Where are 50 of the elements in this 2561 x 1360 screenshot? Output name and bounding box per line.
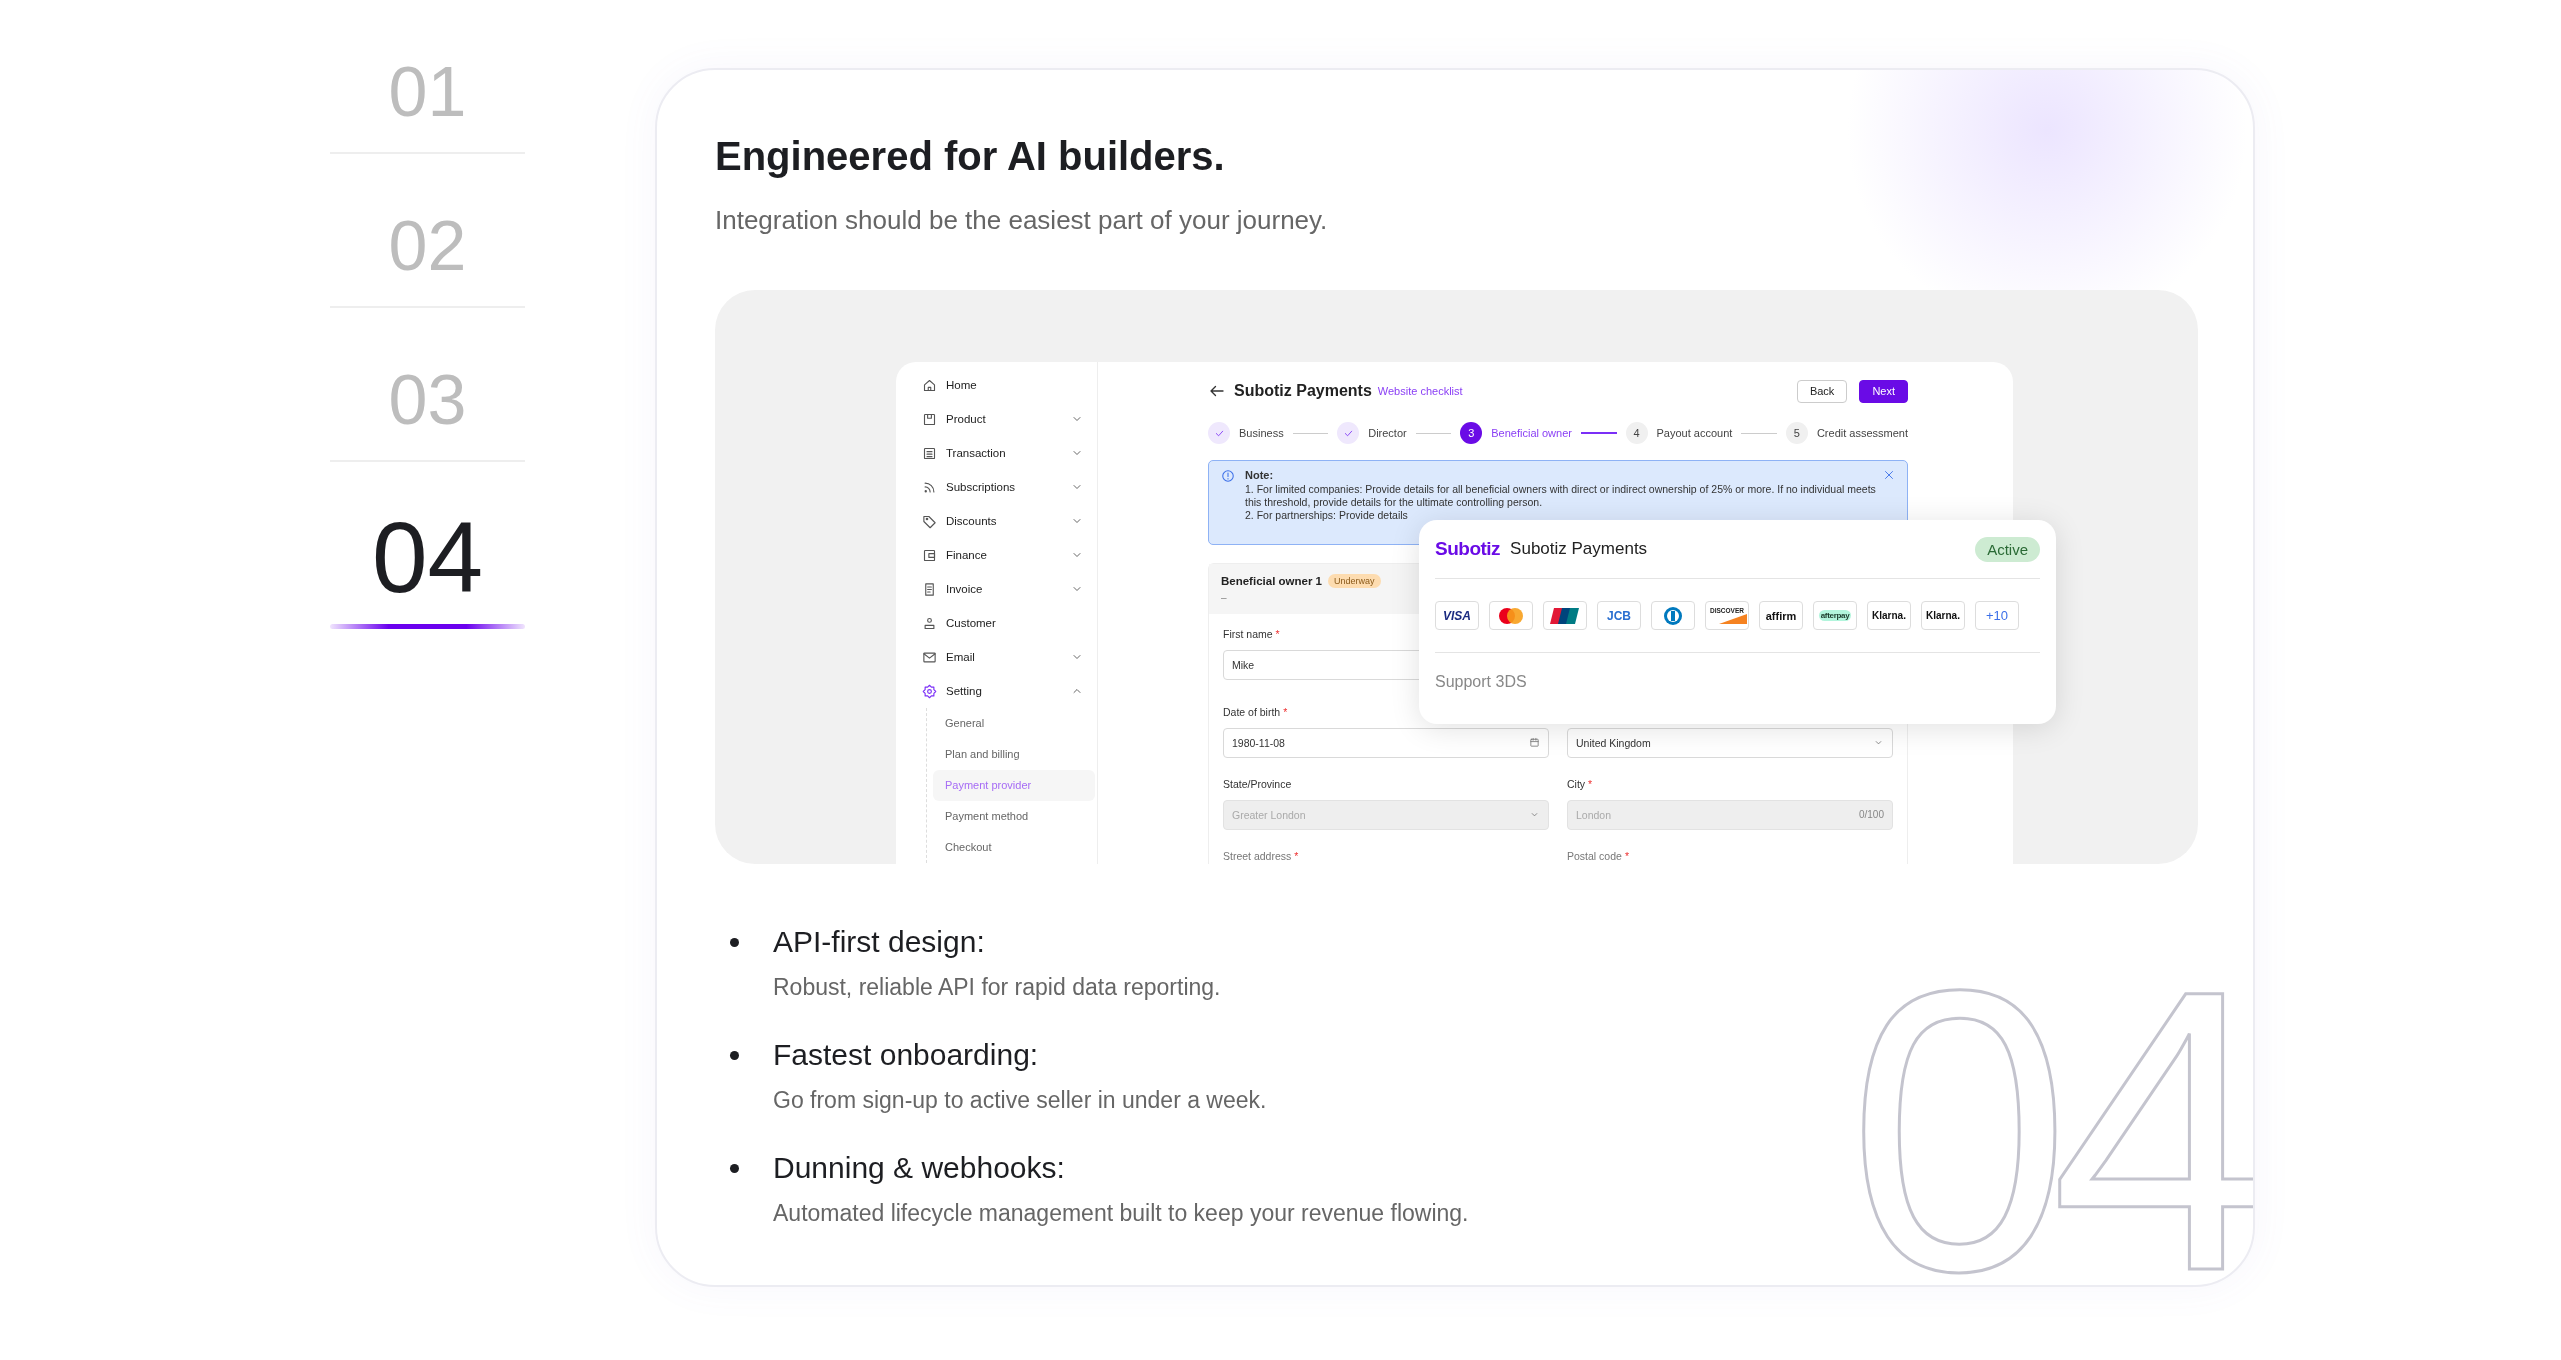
feature-text: Robust, reliable API for rapid data reporting. — [773, 973, 1222, 1001]
status-badge: Underway — [1328, 574, 1381, 588]
feature-text: Go from sign-up to active seller in under a week. — [773, 1086, 1268, 1114]
card-title: Engineered for AI builders. — [715, 133, 1226, 180]
feature-title: Dunning & webhooks: — [773, 1150, 1066, 1186]
field-label: Postal code * — [1567, 849, 1630, 864]
payment-logo: affirm — [1759, 601, 1803, 630]
sidebar-label: Invoice — [946, 583, 984, 595]
payment-logo: VISA — [1435, 601, 1479, 630]
field-label: Date of birth * — [1223, 705, 1289, 720]
feature-text: Automated lifecycle management built to keep your revenue flowing. — [773, 1199, 1470, 1227]
feature-title: Fastest onboarding: — [773, 1037, 1040, 1073]
sidebar-label: Customer — [946, 617, 997, 629]
field-label: Street address * — [1223, 849, 1300, 864]
note-text: 2. For partnerships: Provide details — [1245, 509, 1409, 522]
step-number: 4 — [1625, 422, 1648, 444]
provider-name: Subotiz Payments — [1510, 539, 1649, 559]
sidebar-label: Transaction — [946, 447, 1007, 459]
step-label: Director — [1368, 427, 1407, 439]
sidebar-label: Subscriptions — [946, 481, 1017, 493]
form-subtitle: – — [1221, 592, 1228, 603]
sidebar-label: Finance — [946, 549, 988, 561]
note-text: 1. For limited companies: Provide details for all beneficial owners with direct or indirect ownership of 25% or more. If no individual meets this threshold, provide details for the ultimate controlling person. — [1245, 483, 1877, 509]
step-number: 3 — [1460, 422, 1483, 444]
step-number: 5 — [1785, 422, 1808, 444]
feature-title: API-first design: — [773, 924, 986, 960]
form-title: Beneficial owner 1 — [1221, 575, 1322, 587]
step-label: Credit assessment — [1816, 427, 1908, 439]
payment-logo: JCB — [1597, 601, 1641, 630]
background-number: 04 — [1848, 981, 2253, 1281]
sidebar-label: Product — [946, 413, 987, 425]
field-label: State/Province — [1223, 777, 1293, 792]
step-label: Payout account — [1656, 427, 1733, 439]
sidebar-label: Home — [946, 379, 978, 391]
payment-logo: afterpay — [1813, 601, 1857, 630]
card-subtitle: Integration should be the easiest part of your journey. — [715, 204, 1329, 236]
sidebar-label: Discounts — [946, 515, 998, 527]
sidebar-label: Setting — [946, 685, 983, 697]
provider-logo: Subotiz — [1435, 538, 1501, 560]
field-label: City * — [1567, 777, 1594, 792]
note-title: Note: — [1245, 468, 1275, 483]
payment-logo: Klarna. — [1921, 601, 1965, 630]
step-label: Business — [1239, 427, 1284, 439]
payment-logo: Klarna. — [1867, 601, 1911, 630]
page-title: Subotiz Payments — [1234, 382, 1372, 400]
status-badge: Active — [1975, 536, 2040, 562]
char-counter: 0/100 — [1858, 809, 1884, 821]
step-label: Beneficial owner — [1491, 427, 1572, 439]
field-label: First name * — [1223, 627, 1281, 642]
sidebar-label: Email — [946, 651, 976, 663]
